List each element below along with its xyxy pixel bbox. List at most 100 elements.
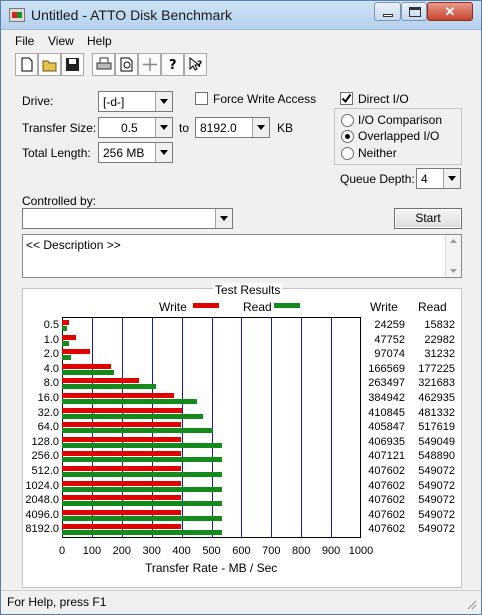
- write-bar: [62, 480, 182, 486]
- title-bar[interactable]: Untitled - ATTO Disk Benchmark ✕: [1, 1, 481, 30]
- x-axis-label: Transfer Rate - MB / Sec: [145, 561, 278, 575]
- print-icon: [96, 57, 112, 70]
- status-text: For Help, press F1: [7, 595, 107, 609]
- direct-io-checkbox[interactable]: [340, 92, 353, 105]
- transfer-size-from-select[interactable]: 0.5: [98, 117, 173, 138]
- write-bar: [62, 334, 76, 340]
- drive-select[interactable]: [-d-]: [98, 91, 173, 112]
- close-button[interactable]: ✕: [427, 2, 473, 21]
- write-bar: [62, 349, 91, 355]
- write-bar: [62, 451, 181, 457]
- total-length-select[interactable]: 256 MB: [98, 142, 173, 163]
- write-bar: [62, 524, 182, 530]
- write-bar: [62, 407, 182, 413]
- read-value: 549072: [418, 508, 455, 521]
- read-bar: [62, 340, 69, 346]
- status-bar: For Help, press F1: [1, 590, 481, 614]
- chevron-down-icon: [252, 118, 269, 137]
- write-value: 406935: [368, 435, 405, 448]
- window-title: Untitled - ATTO Disk Benchmark: [31, 7, 232, 23]
- row-label: 512.0: [31, 465, 59, 477]
- read-value: 15832: [424, 319, 455, 331]
- write-value: 407121: [368, 450, 405, 463]
- save-icon: [66, 58, 79, 71]
- chevron-down-icon: [155, 118, 172, 137]
- write-value: 407602: [368, 494, 405, 507]
- queue-depth-select[interactable]: 4: [416, 168, 461, 189]
- checkmark-icon: [341, 93, 352, 104]
- total-length-label: Total Length:: [22, 146, 91, 160]
- controlled-by-label: Controlled by:: [22, 194, 97, 208]
- print-preview-button[interactable]: [115, 53, 138, 76]
- save-button[interactable]: [61, 53, 84, 76]
- write-bar: [62, 495, 182, 501]
- menu-file[interactable]: File: [15, 34, 34, 48]
- transfer-size-label: Transfer Size:: [22, 121, 97, 135]
- description-scrollbar[interactable]: [445, 235, 461, 277]
- menu-view[interactable]: View: [48, 34, 74, 48]
- read-value: 321683: [418, 377, 455, 390]
- io-mode-group: I/O Comparison Overlapped I/O Neither: [334, 108, 462, 165]
- maximize-button[interactable]: [401, 2, 427, 21]
- write-bar: [62, 509, 182, 515]
- open-button[interactable]: [38, 53, 61, 76]
- write-value: 407602: [368, 479, 405, 492]
- description-text: << Description >>: [26, 238, 121, 252]
- io-comparison-label: I/O Comparison: [358, 113, 443, 127]
- write-bar: [62, 393, 175, 398]
- read-value: 517619: [418, 421, 455, 434]
- write-value: 407602: [368, 465, 405, 477]
- radio-neither[interactable]: [341, 147, 354, 160]
- write-value: 407602: [368, 508, 405, 521]
- transfer-size-from-value: 0.5: [121, 121, 138, 135]
- minimize-button[interactable]: [374, 2, 401, 21]
- read-bar: [62, 355, 72, 361]
- row-label: 16.0: [37, 392, 59, 404]
- read-value: 549072: [418, 494, 455, 507]
- write-value: 410845: [368, 406, 405, 419]
- read-bar: [62, 515, 223, 521]
- direct-io-label: Direct I/O: [358, 92, 409, 106]
- move-button[interactable]: [138, 53, 161, 76]
- help-icon: ?: [169, 58, 177, 72]
- read-value: 549049: [418, 435, 455, 448]
- kb-label: KB: [277, 121, 294, 135]
- row-label: 128.0: [31, 435, 59, 448]
- read-bar: [62, 486, 223, 492]
- context-help-button[interactable]: ?: [184, 53, 207, 76]
- chevron-down-icon: [215, 209, 232, 228]
- radio-overlapped-io[interactable]: [341, 130, 354, 143]
- read-bar: [62, 442, 223, 448]
- read-bar: [62, 413, 203, 419]
- new-button[interactable]: [15, 53, 38, 76]
- row-label: 64.0: [37, 421, 59, 434]
- description-textarea[interactable]: << Description >>: [22, 234, 462, 278]
- force-write-checkbox[interactable]: [195, 92, 208, 105]
- print-button[interactable]: [92, 53, 115, 76]
- write-value: 166569: [368, 362, 405, 375]
- read-bar: [62, 399, 198, 404]
- write-bar: [62, 363, 111, 369]
- help-button[interactable]: ?: [161, 53, 184, 76]
- test-results-panel: Test Results Write Read Write Read 0 100 2…: [22, 283, 463, 589]
- transfer-size-to-value: 8192.0: [200, 121, 237, 135]
- start-button[interactable]: Start: [394, 208, 462, 229]
- write-value: 263497: [368, 377, 405, 390]
- write-value: 47752: [374, 333, 405, 346]
- write-value: 407602: [368, 523, 405, 536]
- row-label: 256.0: [31, 450, 59, 463]
- menu-help[interactable]: Help: [87, 34, 112, 48]
- svg-text:?: ?: [169, 58, 177, 72]
- resize-grip-icon[interactable]: [465, 598, 477, 610]
- row-label: 2048.0: [25, 494, 59, 507]
- radio-io-comparison[interactable]: [341, 114, 354, 127]
- chart-plot: 0 100 200 300 400 500 600 700 800 900 1000 0.5 24259…: [23, 289, 463, 589]
- transfer-size-to-select[interactable]: 8192.0: [195, 117, 270, 138]
- write-value: 384942: [368, 392, 405, 404]
- controlled-by-select[interactable]: [22, 208, 233, 229]
- row-label: 1.0: [43, 333, 59, 346]
- read-bar: [62, 472, 223, 477]
- read-bar: [62, 326, 67, 331]
- chevron-down-icon: [155, 92, 172, 111]
- app-window: Untitled - ATTO Disk Benchmark ✕ File Vi…: [0, 0, 482, 615]
